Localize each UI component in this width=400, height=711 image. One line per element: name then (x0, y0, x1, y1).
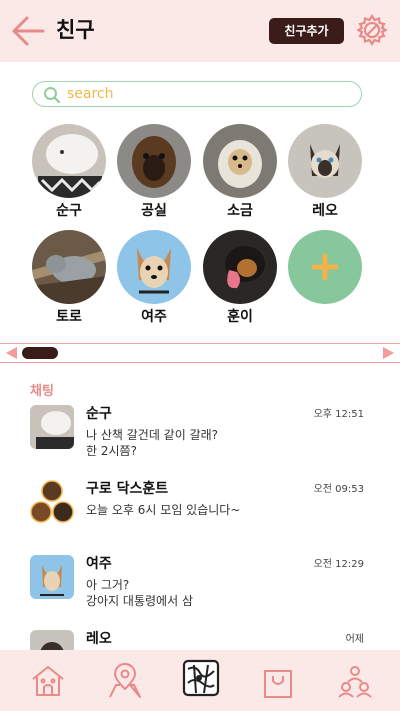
friend-name: 레오 (312, 203, 338, 219)
tab-friends-map[interactable] (182, 659, 220, 699)
chat-item[interactable]: 순구 오후 12:51 나 산책 갈건데 같이 갈래? 한 2시쯤? (28, 405, 368, 465)
plus-icon (311, 253, 339, 281)
friend-item[interactable]: 소금 (200, 124, 280, 220)
group-chat-avatar (30, 480, 74, 524)
chat-avatar (30, 555, 74, 599)
bottom-tab-bar (0, 650, 400, 711)
friend-item[interactable]: 순구 (29, 124, 109, 220)
friends-scrollbar[interactable] (0, 343, 400, 363)
chat-time: 어제 (345, 634, 364, 645)
friend-item[interactable]: 토로 (29, 230, 109, 326)
chat-avatar (30, 405, 74, 449)
tab-map[interactable] (107, 663, 143, 699)
friend-name: 토로 (56, 309, 82, 325)
friend-name: 소금 (227, 203, 253, 219)
scrollbar-thumb[interactable] (22, 347, 58, 359)
friend-avatar (288, 124, 362, 198)
home-icon (32, 666, 64, 696)
shopping-bag-icon (264, 670, 292, 698)
chat-time: 오후 12:51 (313, 409, 364, 420)
friend-name: 훈이 (227, 309, 253, 325)
map-icon (182, 659, 220, 697)
friend-item[interactable]: 훈이 (200, 230, 280, 326)
scroll-right-icon[interactable] (383, 347, 394, 359)
scroll-left-icon[interactable] (6, 347, 17, 359)
back-arrow-icon (12, 16, 45, 46)
friend-name: 공실 (141, 203, 167, 219)
page-title: 친구 (56, 18, 95, 42)
friend-avatar (203, 124, 277, 198)
friend-name: 순구 (56, 203, 82, 219)
chat-time: 오전 09:53 (313, 484, 364, 495)
chat-item[interactable]: 여주 오전 12:29 아 그거? 강아지 대통령에서 삼 (28, 555, 368, 615)
chat-name: 순구 (86, 406, 112, 422)
friend-name: 여주 (141, 309, 167, 325)
header: 친구 친구추가 (0, 0, 400, 62)
chat-message: 나 산책 갈건데 같이 갈래? 한 2시쯤? (86, 428, 219, 458)
chat-message: 오늘 오후 6시 모임 있습니다~ (86, 503, 241, 517)
tab-shop[interactable] (260, 663, 296, 699)
search-bar (32, 81, 362, 107)
people-icon (338, 666, 372, 698)
add-friend-circle[interactable] (288, 230, 362, 304)
back-button[interactable] (10, 14, 46, 48)
friend-item[interactable]: 레오 (285, 124, 365, 220)
chat-time: 오전 12:29 (313, 559, 364, 570)
tab-community[interactable] (337, 663, 373, 699)
friend-avatar (117, 124, 191, 198)
friend-avatar (32, 124, 106, 198)
chat-name: 여주 (86, 556, 112, 572)
friend-item[interactable]: 여주 (114, 230, 194, 326)
chat-message: 아 그거? 강아지 대통령에서 삼 (86, 578, 193, 608)
tab-home[interactable] (30, 663, 66, 699)
chat-name: 레오 (86, 631, 112, 647)
map-pin-icon (109, 663, 141, 698)
friend-avatar (203, 230, 277, 304)
search-input[interactable] (67, 84, 347, 104)
chat-name: 구로 닥스훈트 (86, 481, 169, 497)
gear-icon (356, 13, 388, 47)
chat-item[interactable]: 구로 닥스훈트 오전 09:53 오늘 오후 6시 모임 있습니다~ (28, 480, 368, 540)
settings-button[interactable] (356, 13, 388, 47)
friend-avatar (32, 230, 106, 304)
friend-item[interactable]: 공실 (114, 124, 194, 220)
search-icon (44, 87, 61, 104)
friend-avatar (117, 230, 191, 304)
add-friend-button[interactable]: 친구추가 (269, 18, 344, 44)
add-friend-tile[interactable] (285, 230, 365, 304)
chat-section-label: 채팅 (30, 384, 54, 399)
